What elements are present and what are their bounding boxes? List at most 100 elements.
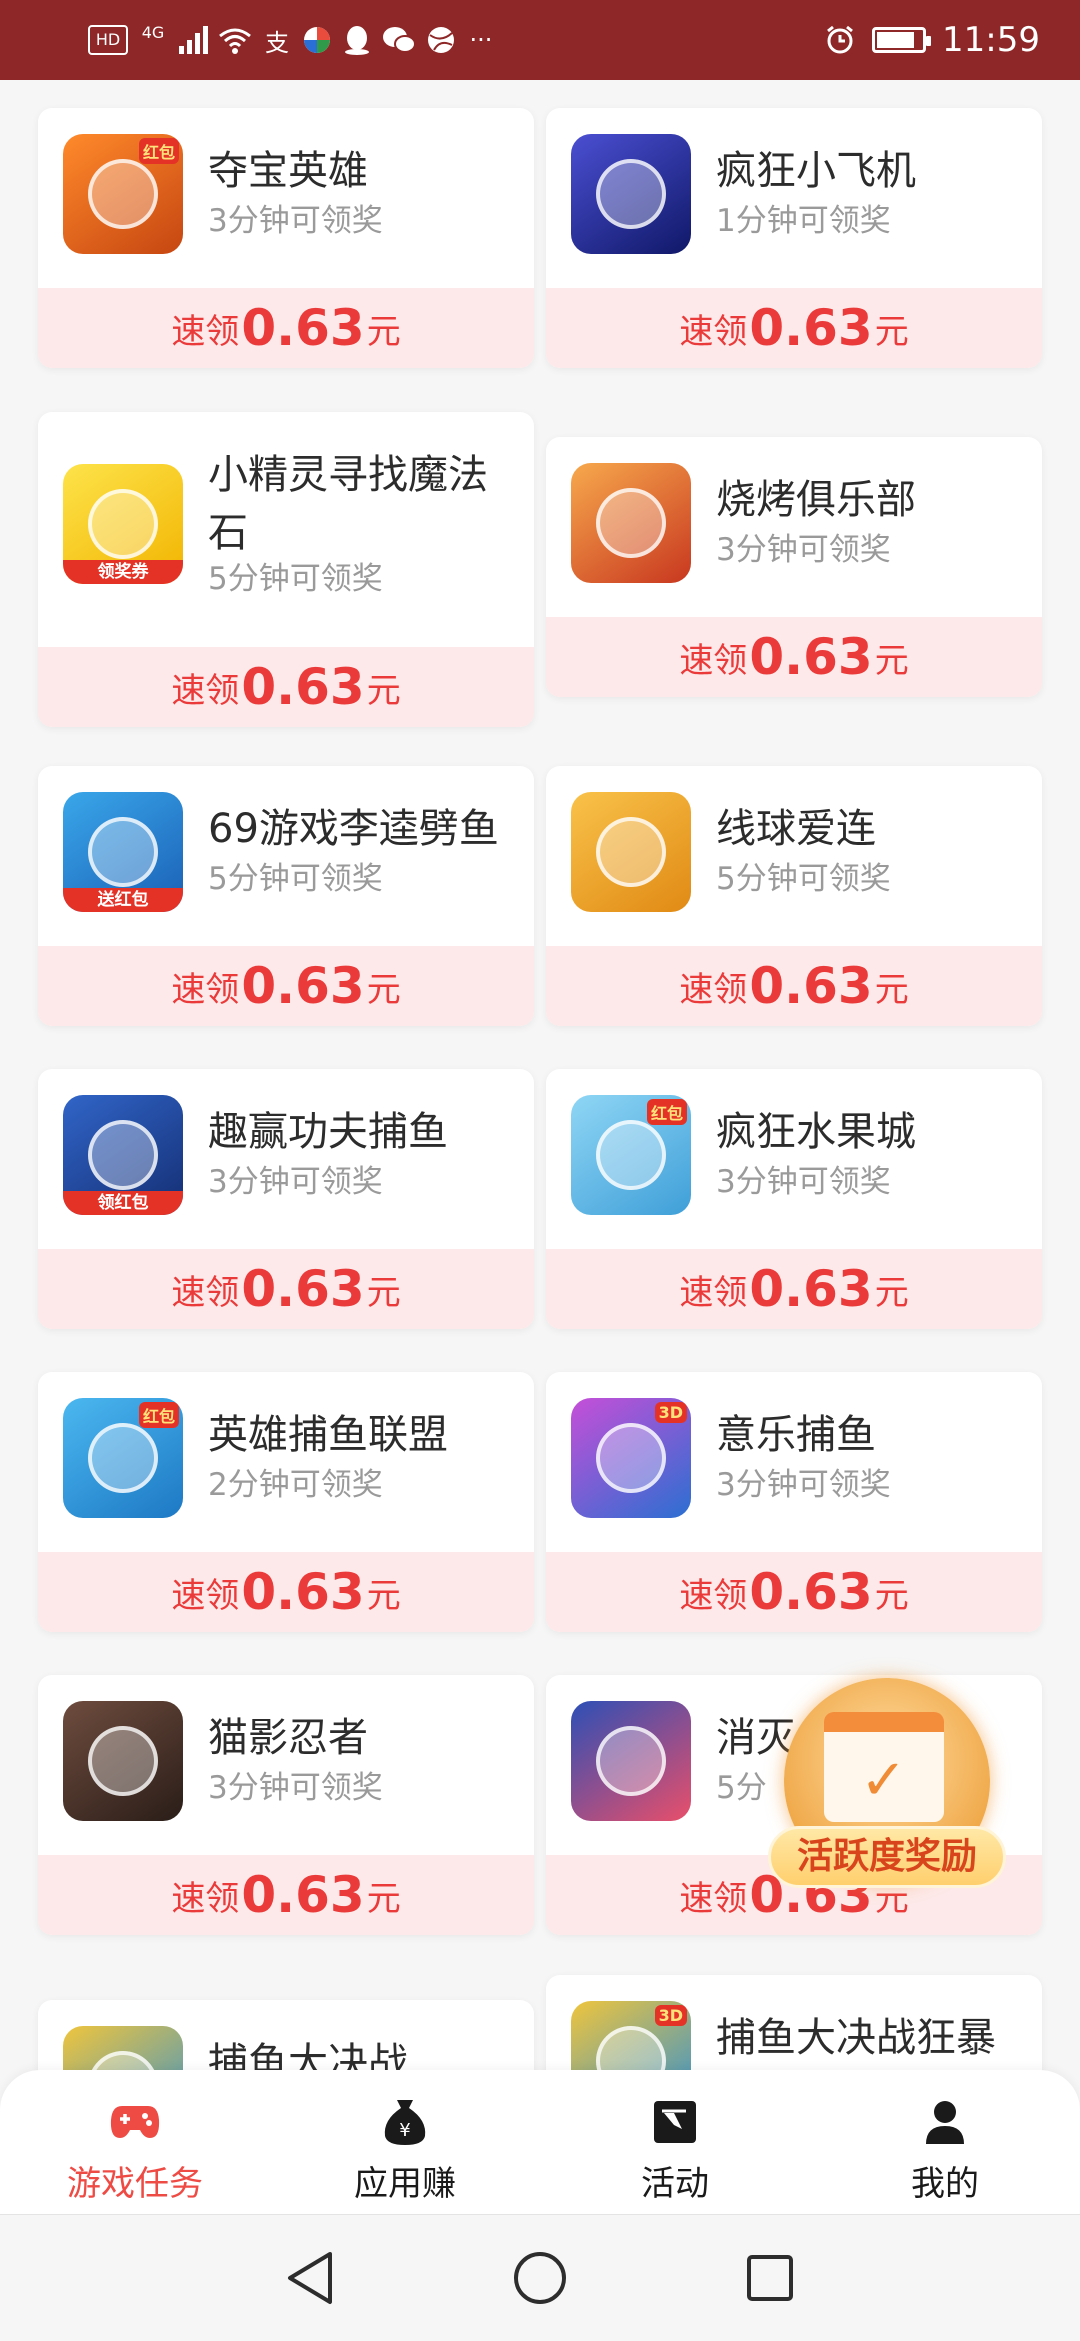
game-card[interactable]: 捕鱼大决战 xyxy=(38,2000,534,2080)
shark-icon: 领红包 xyxy=(63,1095,183,1215)
game-name: 线球爱连 xyxy=(716,806,876,852)
activity-reward-float-button[interactable]: ✓ 活跃度奖励 xyxy=(768,1678,1006,1896)
game-card[interactable]: 领奖券 小精灵寻找魔法石 5分钟可领奖 速领 0.63 元 xyxy=(38,412,534,727)
game-name: 烧烤俱乐部 xyxy=(716,477,916,523)
game-name: 夺宝英雄 xyxy=(208,148,368,194)
hd-badge: HD xyxy=(88,25,128,55)
reward-amount: 0.63 xyxy=(749,1563,873,1621)
claim-prefix: 速领 xyxy=(679,969,748,1010)
more-icon: ··· xyxy=(469,26,493,54)
game-card[interactable]: 红包 疯狂水果城 3分钟可领奖 速领 0.63 元 xyxy=(546,1069,1042,1329)
monster-icon: 3D xyxy=(571,1398,691,1518)
tab-label: 我的 xyxy=(911,2164,979,2204)
quick-claim-button[interactable]: 速领 0.63 元 xyxy=(546,946,1042,1026)
game-card[interactable]: 领红包 趣赢功夫捕鱼 3分钟可领奖 速领 0.63 元 xyxy=(38,1069,534,1329)
reward-time: 3分钟可领奖 xyxy=(208,1770,383,1806)
game-card[interactable]: 线球爱连 5分钟可领奖 速领 0.63 元 xyxy=(546,766,1042,1026)
quick-claim-button[interactable]: 速领 0.63 元 xyxy=(38,647,534,727)
claim-suffix: 元 xyxy=(366,311,401,352)
quick-claim-button[interactable]: 速领 0.63 元 xyxy=(546,288,1042,368)
quick-claim-button[interactable]: 速领 0.63 元 xyxy=(546,1249,1042,1329)
home-icon[interactable] xyxy=(510,2248,570,2308)
game-card[interactable]: 猫影忍者 3分钟可领奖 速领 0.63 元 xyxy=(38,1675,534,1935)
bearded-hero-icon: 红包 xyxy=(63,134,183,254)
reward-amount: 0.63 xyxy=(241,1260,365,1318)
claim-suffix: 元 xyxy=(366,670,401,711)
reward-time: 5分 xyxy=(716,1770,767,1806)
reward-amount: 0.63 xyxy=(241,658,365,716)
icon-badge: 红包 xyxy=(646,1099,687,1125)
reward-time: 3分钟可领奖 xyxy=(716,1164,891,1200)
gamepad-icon xyxy=(110,2098,160,2146)
icon-badge: 红包 xyxy=(138,1402,179,1428)
game-card[interactable]: 3D 捕鱼大决战狂暴 xyxy=(546,1975,1042,2080)
reward-amount: 0.63 xyxy=(241,957,365,1015)
reward-amount: 0.63 xyxy=(749,628,873,686)
battery-icon xyxy=(872,27,932,53)
game-name: 英雄捕鱼联盟 xyxy=(208,1412,448,1458)
battery-level xyxy=(877,32,915,48)
game-name: 小精灵寻找魔法石 xyxy=(208,452,488,556)
alarm-icon xyxy=(824,23,856,57)
recents-icon[interactable] xyxy=(740,2248,800,2308)
icon-face xyxy=(596,1423,666,1493)
claim-suffix: 元 xyxy=(874,1272,909,1313)
claim-prefix: 速领 xyxy=(171,670,240,711)
quick-claim-button[interactable]: 速领 0.63 元 xyxy=(38,1552,534,1632)
money-bag-icon: ¥ xyxy=(380,2098,430,2146)
tab-profile[interactable]: 我的 xyxy=(810,2070,1080,2214)
claim-suffix: 元 xyxy=(366,969,401,1010)
wechat-icon xyxy=(382,23,416,57)
quick-claim-button[interactable]: 速领 0.63 元 xyxy=(546,1552,1042,1632)
airplane-icon xyxy=(571,134,691,254)
game-card[interactable]: 红包 夺宝英雄 3分钟可领奖 速领 0.63 元 xyxy=(38,108,534,368)
quick-claim-button[interactable]: 速领 0.63 元 xyxy=(38,1249,534,1329)
claim-prefix: 速领 xyxy=(171,1575,240,1616)
icon-badge: 领奖券 xyxy=(63,560,183,584)
icon-badge: 3D xyxy=(654,1402,687,1423)
quick-claim-button[interactable]: 速领 0.63 元 xyxy=(38,946,534,1026)
quick-claim-button[interactable]: 速领 0.63 元 xyxy=(546,617,1042,697)
ninja-icon xyxy=(63,1701,183,1821)
icon-face xyxy=(596,159,666,229)
claim-suffix: 元 xyxy=(874,1575,909,1616)
quick-claim-button[interactable]: 速领 0.63 元 xyxy=(38,1855,534,1935)
game-card[interactable]: 红包 英雄捕鱼联盟 2分钟可领奖 速领 0.63 元 xyxy=(38,1372,534,1632)
game-card[interactable]: 烧烤俱乐部 3分钟可领奖 速领 0.63 元 xyxy=(546,437,1042,697)
game-card[interactable]: 3D 意乐捕鱼 3分钟可领奖 速领 0.63 元 xyxy=(546,1372,1042,1632)
game-name: 捕鱼大决战狂暴 xyxy=(716,2015,996,2061)
ball-icon xyxy=(426,23,456,57)
icon-face xyxy=(88,159,158,229)
icon-face xyxy=(88,1423,158,1493)
tab-game-tasks[interactable]: 游戏任务 xyxy=(0,2070,270,2214)
game-name: 猫影忍者 xyxy=(208,1715,368,1761)
cat-icon xyxy=(571,792,691,912)
reward-amount: 0.63 xyxy=(749,957,873,1015)
user-icon xyxy=(920,2098,970,2146)
claim-suffix: 元 xyxy=(874,640,909,681)
system-nav-bar xyxy=(0,2214,1080,2341)
quick-claim-button[interactable]: 速领 0.63 元 xyxy=(38,288,534,368)
game-name: 疯狂小飞机 xyxy=(716,148,916,194)
reward-amount: 0.63 xyxy=(241,1563,365,1621)
game-name: 69游戏李逵劈鱼 xyxy=(208,806,499,852)
game-name: 意乐捕鱼 xyxy=(716,1412,876,1458)
reward-time: 5分钟可领奖 xyxy=(208,861,383,897)
claim-prefix: 速领 xyxy=(171,1878,240,1919)
game-card[interactable]: 疯狂小飞机 1分钟可领奖 速领 0.63 元 xyxy=(546,108,1042,368)
activity-icon xyxy=(650,2098,700,2146)
claim-prefix: 速领 xyxy=(679,1272,748,1313)
claim-suffix: 元 xyxy=(874,311,909,352)
icon-face xyxy=(596,817,666,887)
claim-prefix: 速领 xyxy=(171,311,240,352)
back-icon[interactable] xyxy=(280,2248,340,2308)
tab-app-earn[interactable]: ¥ 应用赚 xyxy=(270,2070,540,2214)
activity-reward-label: 活跃度奖励 xyxy=(768,1826,1006,1888)
icon-face xyxy=(88,1726,158,1796)
game-card[interactable]: 送红包 69游戏李逵劈鱼 5分钟可领奖 速领 0.63 元 xyxy=(38,766,534,1026)
icon-badge: 送红包 xyxy=(63,888,183,912)
alipay-icon: 支 xyxy=(265,28,289,57)
tab-label: 游戏任务 xyxy=(67,2164,203,2204)
reward-time: 3分钟可领奖 xyxy=(716,532,891,568)
tab-activity[interactable]: 活动 xyxy=(540,2070,810,2214)
